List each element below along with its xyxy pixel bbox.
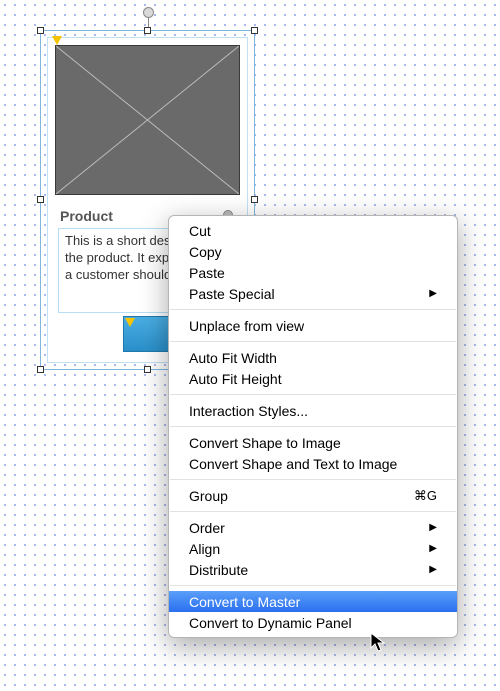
- menu-label: Distribute: [189, 562, 248, 578]
- menu-separator: [170, 426, 456, 427]
- menu-item-align[interactable]: Align ▶: [169, 538, 457, 559]
- menu-label: Align: [189, 541, 220, 557]
- menu-label: Convert Shape to Image: [189, 435, 341, 451]
- menu-label: Convert to Dynamic Panel: [189, 615, 352, 631]
- submenu-arrow-icon: ▶: [429, 288, 437, 299]
- image-placeholder-x-icon: [56, 46, 239, 194]
- menu-item-order[interactable]: Order ▶: [169, 517, 457, 538]
- menu-label: Interaction Styles...: [189, 403, 308, 419]
- submenu-arrow-icon: ▶: [429, 543, 437, 554]
- context-menu: Cut Copy Paste Paste Special ▶ Unplace f…: [168, 215, 458, 638]
- resize-handle-middle-right[interactable]: [251, 196, 258, 203]
- menu-label: Paste: [189, 265, 225, 281]
- resize-handle-top-left[interactable]: [37, 27, 44, 34]
- footnote-marker-icon: [52, 36, 62, 45]
- product-title[interactable]: Product: [60, 208, 113, 224]
- menu-label: Auto Fit Height: [189, 371, 282, 387]
- menu-label: Unplace from view: [189, 318, 304, 334]
- menu-item-group[interactable]: Group ⌘G: [169, 485, 457, 506]
- menu-separator: [170, 585, 456, 586]
- resize-handle-top-middle[interactable]: [144, 27, 151, 34]
- menu-separator: [170, 309, 456, 310]
- menu-item-convert-shape-and-text-to-image[interactable]: Convert Shape and Text to Image: [169, 453, 457, 474]
- resize-handle-bottom-middle[interactable]: [144, 366, 151, 373]
- menu-item-convert-shape-to-image[interactable]: Convert Shape to Image: [169, 432, 457, 453]
- menu-item-cut[interactable]: Cut: [169, 220, 457, 241]
- menu-item-convert-to-dynamic-panel[interactable]: Convert to Dynamic Panel: [169, 612, 457, 633]
- menu-shortcut: ⌘G: [414, 488, 437, 504]
- menu-label: Auto Fit Width: [189, 350, 277, 366]
- menu-label: Paste Special: [189, 286, 275, 302]
- menu-item-auto-fit-width[interactable]: Auto Fit Width: [169, 347, 457, 368]
- menu-label: Convert Shape and Text to Image: [189, 456, 397, 472]
- menu-item-paste[interactable]: Paste: [169, 262, 457, 283]
- resize-handle-top-right[interactable]: [251, 27, 258, 34]
- menu-item-unplace[interactable]: Unplace from view: [169, 315, 457, 336]
- menu-item-convert-to-master[interactable]: Convert to Master: [169, 591, 457, 612]
- menu-separator: [170, 341, 456, 342]
- menu-label: Convert to Master: [189, 594, 300, 610]
- resize-handle-bottom-left[interactable]: [37, 366, 44, 373]
- footnote-marker-icon: [125, 318, 135, 327]
- submenu-arrow-icon: ▶: [429, 564, 437, 575]
- menu-item-paste-special[interactable]: Paste Special ▶: [169, 283, 457, 304]
- menu-label: Order: [189, 520, 225, 536]
- menu-label: Group: [189, 488, 228, 504]
- submenu-arrow-icon: ▶: [429, 522, 437, 533]
- menu-item-copy[interactable]: Copy: [169, 241, 457, 262]
- menu-item-auto-fit-height[interactable]: Auto Fit Height: [169, 368, 457, 389]
- menu-separator: [170, 511, 456, 512]
- menu-separator: [170, 479, 456, 480]
- resize-handle-middle-left[interactable]: [37, 196, 44, 203]
- menu-item-interaction-styles[interactable]: Interaction Styles...: [169, 400, 457, 421]
- menu-item-distribute[interactable]: Distribute ▶: [169, 559, 457, 580]
- menu-label: Copy: [189, 244, 222, 260]
- menu-separator: [170, 394, 456, 395]
- menu-label: Cut: [189, 223, 211, 239]
- image-placeholder[interactable]: [55, 45, 240, 195]
- rotation-handle[interactable]: [143, 7, 154, 18]
